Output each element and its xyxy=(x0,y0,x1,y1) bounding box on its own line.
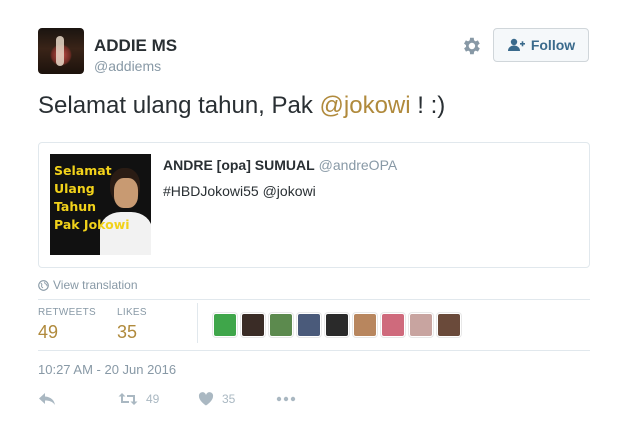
follow-button-label: Follow xyxy=(530,37,576,53)
tweet-text: Selamat ulang tahun, Pak @jokowi ! :) xyxy=(38,92,445,120)
more-button[interactable] xyxy=(276,392,296,406)
quoted-author-name: ANDRE [opa] SUMUAL xyxy=(163,157,315,173)
image-caption-line: Tahun xyxy=(54,199,97,214)
view-translation-link[interactable]: View translation xyxy=(38,278,138,292)
tweet-text-part: Selamat ulang tahun, Pak xyxy=(38,92,320,119)
image-caption-line: Selamat xyxy=(54,163,112,178)
author-name[interactable]: ADDIE MS xyxy=(94,36,177,56)
likers-avatars xyxy=(213,313,461,337)
quoted-author-handle: @andreOPA xyxy=(318,157,398,173)
divider xyxy=(38,299,590,300)
gear-icon[interactable] xyxy=(460,35,482,57)
add-user-icon xyxy=(507,38,525,51)
author-handle[interactable]: @addiems xyxy=(94,58,161,74)
retweet-count: 49 xyxy=(146,392,160,406)
liker-avatar[interactable] xyxy=(241,313,265,337)
liker-avatar[interactable] xyxy=(353,313,377,337)
tweet-timestamp[interactable]: 10:27 AM - 20 Jun 2016 xyxy=(38,362,176,377)
quoted-tweet-text: #HBDJokowi55 @jokowi xyxy=(163,183,316,199)
more-icon xyxy=(276,396,296,402)
author-avatar[interactable] xyxy=(38,28,84,74)
divider xyxy=(38,350,590,351)
quoted-tweet-image[interactable]: Selamat Ulang Tahun Pak Jokowi xyxy=(50,154,151,255)
retweet-icon xyxy=(118,393,138,405)
quoted-tweet-card[interactable]: Selamat Ulang Tahun Pak Jokowi ANDRE [op… xyxy=(38,142,590,268)
likes-label: LIKES xyxy=(117,307,147,318)
view-translation-label: View translation xyxy=(53,278,138,292)
mention-link[interactable]: @jokowi xyxy=(320,92,411,119)
like-count: 35 xyxy=(222,392,236,406)
retweets-label: RETWEETS xyxy=(38,307,96,318)
likes-stat[interactable]: LIKES 35 xyxy=(117,307,147,343)
image-caption-line: Pak Jokowi xyxy=(54,217,130,232)
globe-icon xyxy=(38,279,49,291)
liker-avatar[interactable] xyxy=(325,313,349,337)
likes-value: 35 xyxy=(117,322,138,342)
retweets-stat[interactable]: RETWEETS 49 xyxy=(38,307,96,343)
follow-button[interactable]: Follow xyxy=(493,28,589,62)
retweets-value: 49 xyxy=(38,322,59,342)
liker-avatar[interactable] xyxy=(297,313,321,337)
retweet-button[interactable]: 49 xyxy=(118,392,159,406)
liker-avatar[interactable] xyxy=(437,313,461,337)
liker-avatar[interactable] xyxy=(381,313,405,337)
tweet-text-part: ! :) xyxy=(410,92,446,119)
quoted-author[interactable]: ANDRE [opa] SUMUAL @andreOPA xyxy=(163,157,397,173)
reply-button[interactable] xyxy=(38,392,56,406)
like-button[interactable]: 35 xyxy=(198,392,235,406)
stats-separator xyxy=(197,303,198,343)
reply-icon xyxy=(39,393,55,405)
liker-avatar[interactable] xyxy=(269,313,293,337)
image-caption-line: Ulang xyxy=(54,181,95,196)
liker-avatar[interactable] xyxy=(409,313,433,337)
liker-avatar[interactable] xyxy=(213,313,237,337)
heart-icon xyxy=(198,392,214,406)
